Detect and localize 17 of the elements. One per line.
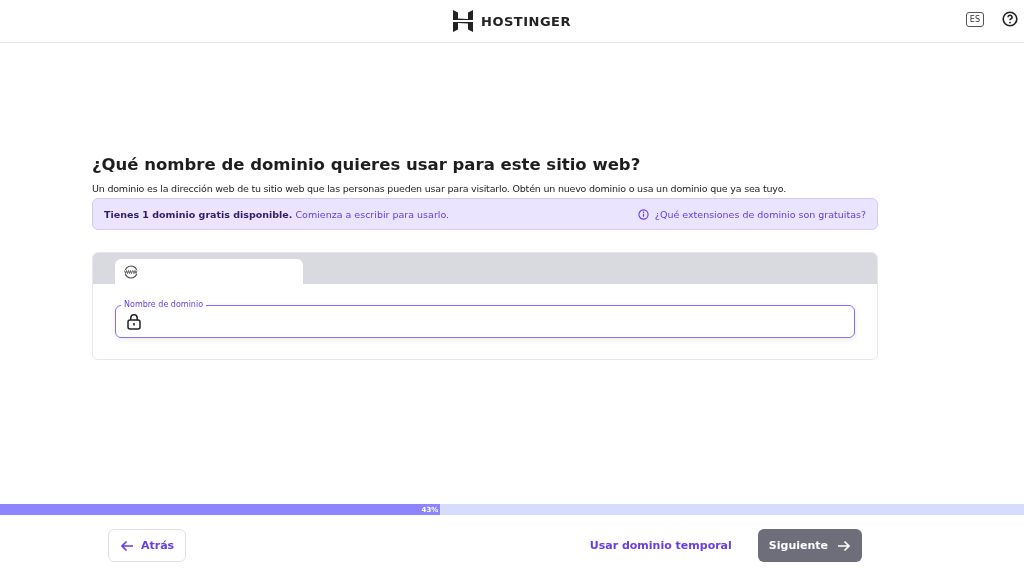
page-title: ¿Qué nombre de dominio quieres usar para este sitio web? <box>92 155 642 174</box>
free-extensions-link[interactable]: ¿Qué extensiones de dominio son gratuitas? <box>637 208 866 220</box>
help-icon[interactable] <box>1002 11 1018 27</box>
globe-icon <box>123 264 139 279</box>
arrow-right-icon <box>837 539 851 552</box>
language-button[interactable]: ES <box>965 11 984 27</box>
back-button[interactable]: Atrás <box>108 529 187 562</box>
info-icon <box>637 208 649 220</box>
notice-text: Tienes 1 dominio gratis disponible. Comienza a escribir para usarlo. <box>104 208 450 220</box>
logo-icon <box>453 10 473 32</box>
description-text: Un dominio es la dirección web de tu sitio web que las personas pueden usar para visitarlo. Obtén un nuevo dominio o usa un dominio que ya sea tuyo. <box>92 183 788 194</box>
field-label: Nombre de dominio <box>121 299 207 310</box>
temporary-domain-button[interactable]: Usar dominio temporal <box>589 539 732 552</box>
domain-name-field[interactable]: Nombre de dominio <box>115 299 855 338</box>
arrow-left-icon <box>120 539 134 552</box>
logo-text: HOSTINGER <box>481 13 571 29</box>
lock-icon <box>127 314 141 330</box>
